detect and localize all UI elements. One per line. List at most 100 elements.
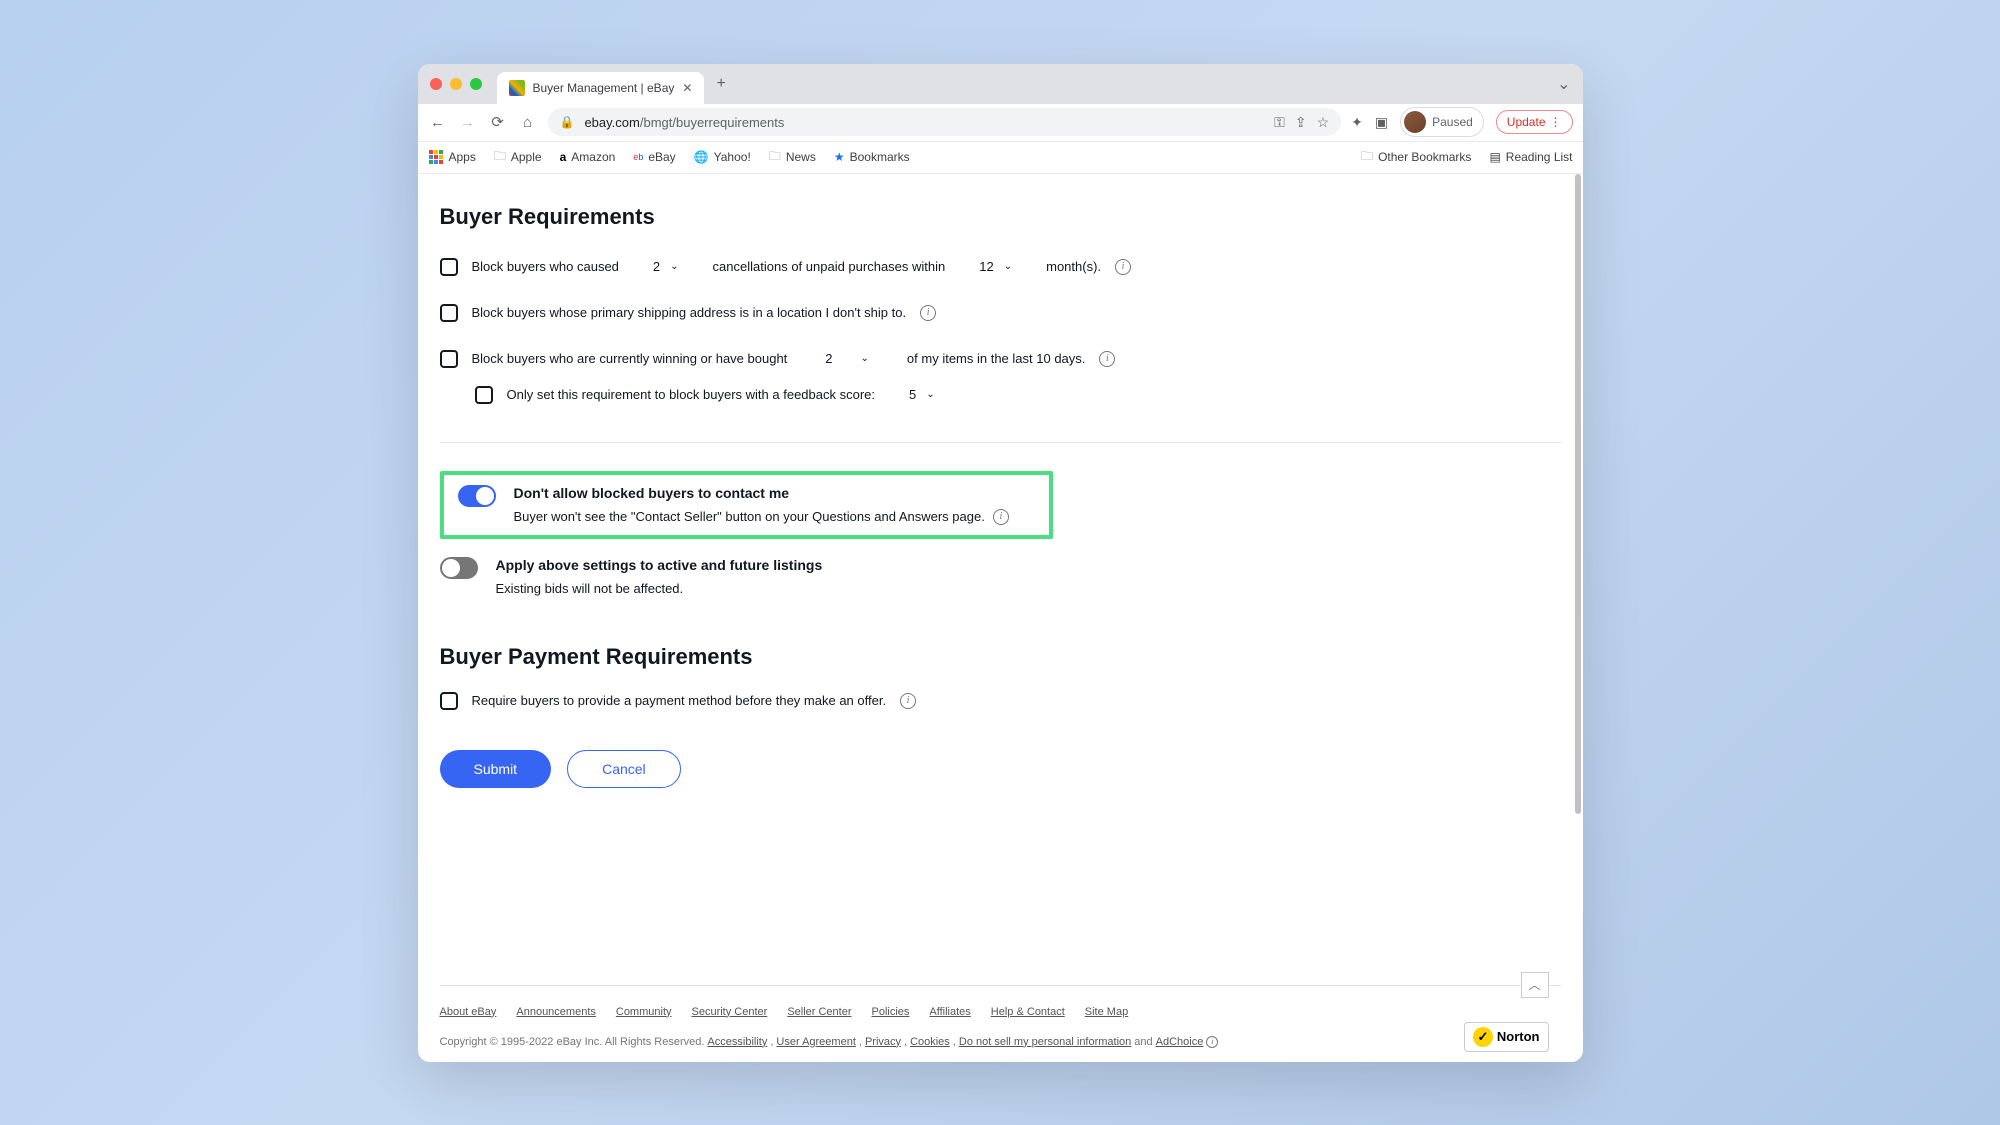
items-count-select[interactable]: 2⌄ <box>817 351 877 366</box>
legal-link[interactable]: User Agreement <box>776 1036 855 1048</box>
info-icon[interactable]: i <box>920 305 936 321</box>
form-buttons: Submit Cancel <box>440 750 1561 788</box>
legal-link[interactable]: Cookies <box>910 1036 950 1048</box>
cancel-button[interactable]: Cancel <box>567 750 681 788</box>
tabs-dropdown-button[interactable]: ⌄ <box>1557 74 1570 94</box>
footer-link[interactable]: Security Center <box>692 1006 768 1018</box>
payment-checkbox[interactable] <box>440 692 458 710</box>
bookmarks-folder[interactable]: ★Bookmarks <box>834 150 910 164</box>
chevron-down-icon: ⌄ <box>670 261 678 272</box>
close-tab-button[interactable]: ✕ <box>682 81 692 95</box>
cancellations-count-select[interactable]: 2⌄ <box>645 259 687 274</box>
folder-icon: 🗀 <box>494 147 506 168</box>
feedback-checkbox[interactable] <box>475 386 493 404</box>
maximize-window-button[interactable] <box>470 78 482 90</box>
new-tab-button[interactable]: + <box>716 75 725 93</box>
apps-bookmark[interactable]: Apps <box>428 149 476 165</box>
block-contact-title: Don't allow blocked buyers to contact me <box>514 485 1035 501</box>
scroll-top-button[interactable]: ︿ <box>1521 972 1549 998</box>
info-icon[interactable]: i <box>993 509 1009 525</box>
block-contact-toggle[interactable] <box>458 485 496 507</box>
legal-link[interactable]: AdChoice <box>1156 1036 1204 1048</box>
star-icon: ★ <box>834 150 845 164</box>
folder-icon: 🗀 <box>1361 147 1373 168</box>
info-icon[interactable]: i <box>1115 259 1131 275</box>
norton-badge[interactable]: ✓ Norton <box>1464 1022 1549 1052</box>
address-bar[interactable]: 🔒 ebay.com/bmgt/buyerrequirements ⚿ ⇪ ☆ <box>548 108 1342 136</box>
avatar-icon <box>1404 111 1426 133</box>
browser-tab[interactable]: Buyer Management | eBay ✕ <box>497 72 705 104</box>
payment-heading: Buyer Payment Requirements <box>440 644 1561 670</box>
lock-icon: 🔒 <box>560 115 575 129</box>
legal-link[interactable]: Accessibility <box>707 1036 767 1048</box>
scrollbar[interactable] <box>1575 174 1581 814</box>
bookmarks-bar: Apps 🗀Apple aAmazon ebeBay 🌐Yahoo! 🗀News… <box>418 142 1583 174</box>
extensions-icon[interactable]: ✦ <box>1351 114 1363 131</box>
amazon-bookmark[interactable]: aAmazon <box>560 150 616 164</box>
titlebar: Buyer Management | eBay ✕ + ⌄ <box>418 64 1583 104</box>
check-icon: ✓ <box>1473 1027 1493 1047</box>
months-select[interactable]: 12⌄ <box>971 259 1020 274</box>
reading-list[interactable]: ▤Reading List <box>1489 147 1572 168</box>
winning-checkbox[interactable] <box>440 350 458 368</box>
tab-title: Buyer Management | eBay <box>533 81 675 95</box>
block-cancellations-row: Block buyers who caused 2⌄ cancellations… <box>440 258 1561 276</box>
star-icon[interactable]: ☆ <box>1317 114 1330 131</box>
block-contact-highlight: Don't allow blocked buyers to contact me… <box>440 471 1053 539</box>
other-bookmarks[interactable]: 🗀Other Bookmarks <box>1361 147 1471 168</box>
footer-link[interactable]: About eBay <box>440 1006 497 1018</box>
cast-icon[interactable]: ▣ <box>1375 114 1388 131</box>
feedback-score-row: Only set this requirement to block buyer… <box>440 386 1561 404</box>
submit-button[interactable]: Submit <box>440 750 552 788</box>
copyright: Copyright © 1995-2022 eBay Inc. All Righ… <box>440 1036 1561 1048</box>
traffic-lights <box>430 78 482 90</box>
footer-link[interactable]: Announcements <box>516 1006 596 1018</box>
apply-settings-toggle[interactable] <box>440 557 478 579</box>
footer-link[interactable]: Seller Center <box>787 1006 851 1018</box>
footer-link[interactable]: Site Map <box>1085 1006 1128 1018</box>
minimize-window-button[interactable] <box>450 78 462 90</box>
block-contact-desc: Buyer won't see the "Contact Seller" but… <box>514 509 985 524</box>
home-button[interactable]: ⌂ <box>518 114 538 131</box>
ebay-icon: eb <box>633 152 643 162</box>
reload-button[interactable]: ⟳ <box>488 113 508 131</box>
info-icon[interactable]: i <box>900 693 916 709</box>
apply-settings-section: Apply above settings to active and futur… <box>440 557 1561 596</box>
ebay-bookmark[interactable]: ebeBay <box>633 150 675 164</box>
apply-settings-desc: Existing bids will not be affected. <box>496 581 684 596</box>
close-window-button[interactable] <box>430 78 442 90</box>
legal-link[interactable]: Privacy <box>865 1036 901 1048</box>
news-bookmark[interactable]: 🗀News <box>769 147 816 168</box>
sync-paused-label: Paused <box>1432 115 1473 129</box>
forward-button[interactable]: → <box>458 114 478 131</box>
footer-link[interactable]: Affiliates <box>929 1006 970 1018</box>
profile-button[interactable]: Paused <box>1400 107 1484 137</box>
key-icon[interactable]: ⚿ <box>1274 114 1285 131</box>
page-footer: ︿ About eBay Announcements Community Sec… <box>440 985 1561 1062</box>
share-icon[interactable]: ⇪ <box>1295 114 1307 131</box>
footer-link[interactable]: Policies <box>872 1006 910 1018</box>
cancellations-checkbox[interactable] <box>440 258 458 276</box>
update-button[interactable]: Update⋮ <box>1496 110 1573 134</box>
yahoo-bookmark[interactable]: 🌐Yahoo! <box>694 150 751 164</box>
legal-link[interactable]: Do not sell my personal information <box>959 1036 1131 1048</box>
footer-links: About eBay Announcements Community Secur… <box>440 1006 1561 1018</box>
info-icon[interactable]: i <box>1099 351 1115 367</box>
browser-toolbar: ← → ⟳ ⌂ 🔒 ebay.com/bmgt/buyerrequirement… <box>418 104 1583 142</box>
payment-method-row: Require buyers to provide a payment meth… <box>440 692 1561 710</box>
chevron-down-icon: ⌄ <box>1004 261 1012 272</box>
footer-link[interactable]: Community <box>616 1006 672 1018</box>
ebay-favicon <box>509 80 525 96</box>
shipping-checkbox[interactable] <box>440 304 458 322</box>
apps-icon <box>429 150 443 164</box>
block-shipping-row: Block buyers whose primary shipping addr… <box>440 304 1561 322</box>
apple-bookmark[interactable]: 🗀Apple <box>494 147 542 168</box>
globe-icon: 🌐 <box>694 150 709 164</box>
apply-settings-title: Apply above settings to active and futur… <box>496 557 1561 573</box>
info-icon[interactable]: i <box>1206 1036 1218 1048</box>
feedback-score-select[interactable]: 5⌄ <box>901 387 943 402</box>
back-button[interactable]: ← <box>428 114 448 131</box>
chevron-down-icon: ⌄ <box>861 353 869 364</box>
footer-link[interactable]: Help & Contact <box>991 1006 1065 1018</box>
folder-icon: 🗀 <box>769 147 781 168</box>
